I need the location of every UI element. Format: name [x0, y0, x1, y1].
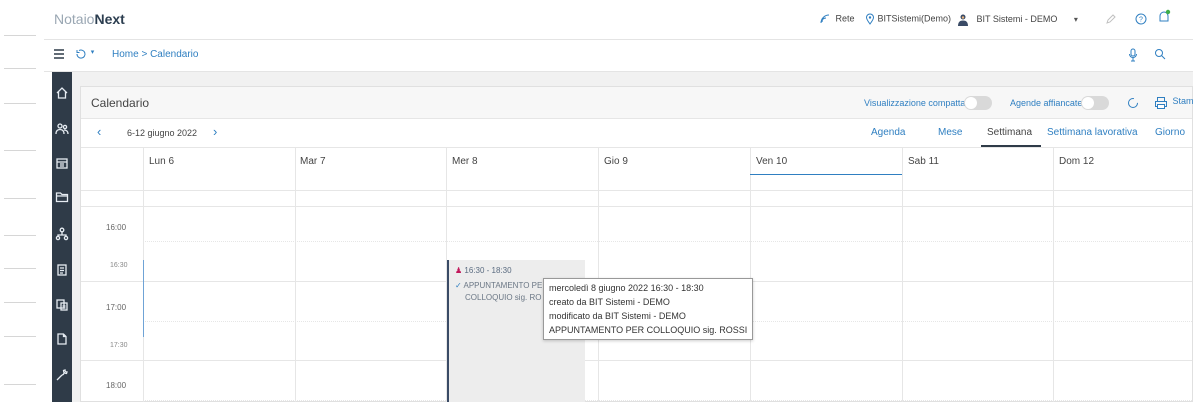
edit-icon[interactable] — [1105, 13, 1117, 25]
event-time: ♟ 16:30 - 18:30 — [455, 266, 512, 275]
tab-agenda[interactable]: Agenda — [871, 127, 905, 138]
history-icon — [76, 49, 86, 59]
side-by-side-label: Agende affiancate — [1010, 98, 1083, 108]
calendar-header: Calendario Visualizzazione compatta Agen… — [81, 87, 1193, 119]
print-button[interactable]: Stampa — [1154, 96, 1193, 115]
user-avatar-icon — [958, 14, 968, 26]
svg-text:?: ? — [1139, 17, 1143, 24]
divider — [4, 384, 36, 385]
divider — [4, 198, 36, 199]
search-icon[interactable] — [1154, 48, 1166, 63]
day-header-fri[interactable]: Ven 10 — [756, 156, 787, 167]
menu-icon[interactable] — [53, 48, 65, 63]
location-label: BITSistemi(Demo) — [877, 13, 952, 24]
divider — [4, 35, 36, 36]
help-icon[interactable]: ? — [1135, 13, 1147, 25]
time-label: 17:30 — [110, 342, 128, 349]
time-label: 16:30 — [110, 262, 128, 269]
compact-view-toggle[interactable] — [964, 96, 992, 110]
day-header-wed[interactable]: Mer 8 — [452, 156, 478, 167]
compact-view-label: Visualizzazione compatta — [864, 98, 966, 108]
main-area: Calendario Visualizzazione compatta Agen… — [72, 72, 1193, 402]
breadcrumb[interactable]: Home > Calendario — [112, 49, 198, 60]
user-menu[interactable]: BIT Sistemi - DEMO ▾ — [956, 13, 1078, 27]
sidebar — [52, 72, 75, 402]
divider — [4, 336, 36, 337]
refresh-icon[interactable] — [1126, 96, 1140, 115]
users-icon[interactable] — [53, 120, 75, 138]
page-title: Calendario — [91, 96, 150, 110]
day-header-thu[interactable]: Gio 9 — [604, 156, 628, 167]
document-icon[interactable] — [53, 261, 75, 279]
time-label: 17:00 — [106, 303, 127, 312]
event-title-continued: COLLOQUIO sig. RO — [465, 293, 542, 302]
calendar-card: Calendario Visualizzazione compatta Agen… — [80, 86, 1193, 402]
person-icon: ♟ — [455, 266, 463, 275]
folder-icon[interactable] — [53, 188, 71, 206]
signal-icon — [820, 14, 830, 24]
tooltip-created-by: creato da BIT Sistemi - DEMO — [549, 297, 670, 307]
location-selector[interactable]: BITSistemi(Demo) — [865, 13, 951, 25]
microphone-icon[interactable] — [1128, 48, 1138, 65]
location-pin-icon — [865, 13, 875, 25]
divider — [4, 268, 36, 269]
network-label: Rete — [835, 13, 855, 24]
day-header-sun[interactable]: Dom 12 — [1059, 156, 1094, 167]
home-icon[interactable] — [53, 84, 71, 102]
tab-work-week[interactable]: Settimana lavorativa — [1047, 127, 1138, 138]
previous-week-button[interactable]: ‹ — [97, 124, 101, 139]
tab-day[interactable]: Giorno — [1155, 127, 1185, 138]
check-icon: ✓ — [455, 281, 462, 290]
logo-suffix: Next — [94, 11, 125, 27]
side-by-side-toggle[interactable] — [1081, 96, 1109, 110]
time-label: 18:00 — [106, 381, 127, 390]
left-strip — [0, 0, 44, 402]
chevron-down-icon[interactable]: ▾ — [1074, 15, 1078, 24]
divider — [4, 103, 36, 104]
notifications-icon[interactable] — [1157, 9, 1171, 25]
divider — [4, 68, 36, 69]
current-time-bar — [143, 260, 144, 337]
user-label: BIT Sistemi - DEMO — [976, 14, 1058, 25]
nav-bar: ▾ Home > Calendario — [44, 40, 1193, 72]
tab-week[interactable]: Settimana — [987, 127, 1032, 138]
divider — [4, 235, 36, 236]
logo-prefix: Notaio — [54, 11, 95, 27]
divider — [4, 302, 36, 303]
chevron-down-icon: ▾ — [90, 49, 95, 56]
week-range: 6-12 giugno 2022 — [127, 128, 198, 138]
network-status[interactable]: Rete — [819, 13, 855, 25]
top-bar: NotaioNext Rete BITSistemi(Demo) BIT Sis… — [44, 0, 1193, 40]
week-navigation: ‹ 6-12 giugno 2022 › Agenda Mese Settima… — [81, 119, 1192, 147]
wrench-icon[interactable] — [53, 366, 71, 384]
history-button[interactable]: ▾ — [75, 48, 94, 63]
day-header-tue[interactable]: Mar 7 — [300, 156, 326, 167]
week-grid: Lun 6 Mar 7 Mer 8 Gio 9 Ven 10 Sab 11 Do… — [81, 147, 1193, 402]
app-logo[interactable]: NotaioNext — [54, 11, 125, 27]
hierarchy-icon[interactable] — [53, 225, 71, 243]
event-title: ✓ APPUNTAMENTO PE — [455, 281, 543, 290]
calendar-icon[interactable] — [53, 154, 75, 172]
divider — [4, 150, 36, 151]
event-tooltip: mercoledì 8 giugno 2022 16:30 - 18:30 cr… — [543, 278, 754, 340]
day-header-sat[interactable]: Sab 11 — [908, 156, 939, 167]
tooltip-title: APPUNTAMENTO PER COLLOQUIO sig. ROSSI — [549, 325, 748, 335]
register-icon[interactable] — [53, 296, 75, 314]
tooltip-modified-by: modificato da BIT Sistemi - DEMO — [549, 311, 686, 321]
today-indicator — [750, 174, 902, 175]
tab-month[interactable]: Mese — [938, 127, 962, 138]
time-label: 16:00 — [106, 223, 127, 232]
file-icon[interactable] — [53, 330, 71, 348]
tooltip-date: mercoledì 8 giugno 2022 16:30 - 18:30 — [549, 283, 704, 293]
day-header-mon[interactable]: Lun 6 — [149, 156, 174, 167]
next-week-button[interactable]: › — [213, 124, 217, 139]
printer-icon — [1155, 97, 1167, 109]
print-label: Stampa — [1172, 96, 1193, 106]
